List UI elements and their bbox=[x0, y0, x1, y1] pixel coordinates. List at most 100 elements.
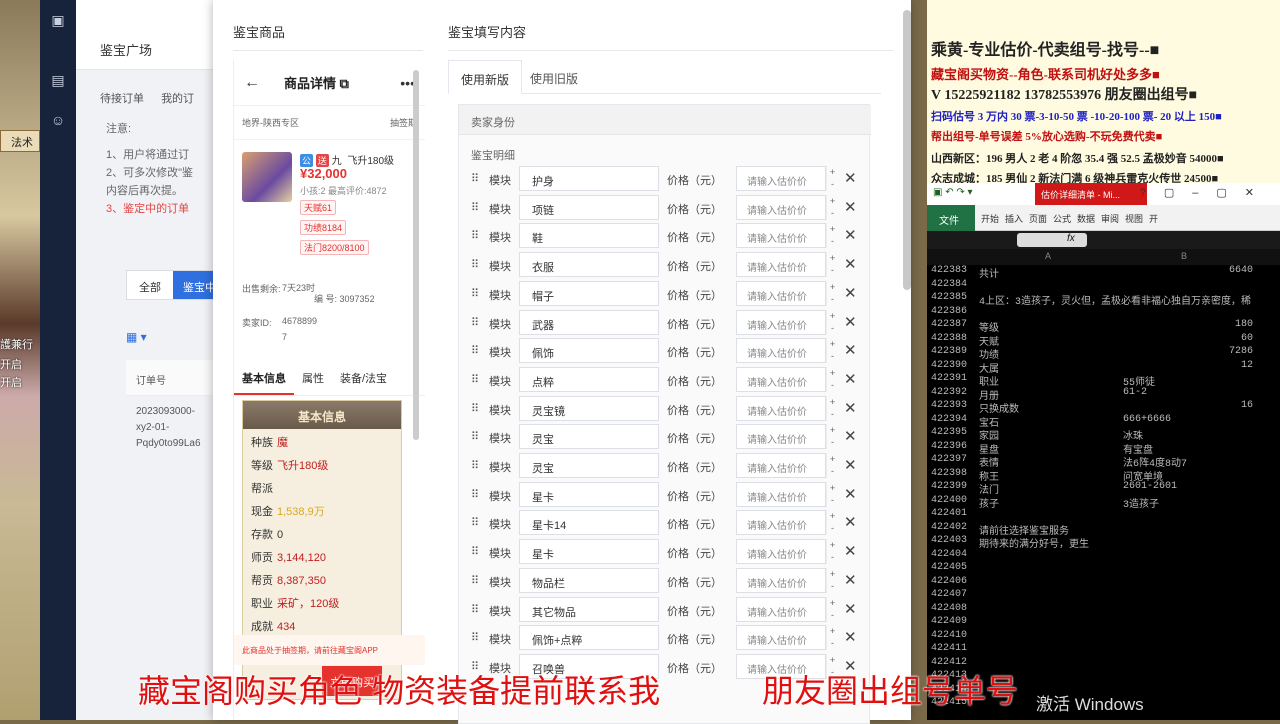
name-box[interactable] bbox=[1017, 233, 1087, 247]
price-input[interactable]: 请输入估价价 bbox=[736, 539, 826, 565]
price-input[interactable]: 请输入估价价 bbox=[736, 481, 826, 507]
sheet-row[interactable]: 422399 法门 2601-2601 bbox=[927, 481, 1280, 497]
price-input[interactable]: 请输入估价价 bbox=[736, 510, 826, 536]
tab-pending[interactable]: 待接订单 bbox=[100, 93, 144, 105]
price-stepper[interactable]: + - bbox=[826, 539, 838, 565]
drag-handle-icon[interactable]: ⠿ bbox=[471, 402, 479, 415]
price-stepper[interactable]: + - bbox=[826, 395, 838, 421]
ribbon-tab[interactable]: 页面 bbox=[1029, 212, 1047, 225]
delete-icon[interactable]: ✕ bbox=[844, 341, 857, 359]
delete-icon[interactable]: ✕ bbox=[844, 600, 857, 618]
sheet-row[interactable]: 422407 bbox=[927, 589, 1280, 603]
user-icon[interactable]: ☺ bbox=[40, 100, 76, 140]
price-stepper[interactable]: + - bbox=[826, 596, 838, 622]
sheet-row[interactable]: 422389 功绩 7286 bbox=[927, 346, 1280, 362]
table-row[interactable]: 2023093000- xy2-01- Pqdy0to99La6 bbox=[126, 396, 216, 452]
price-stepper[interactable]: + - bbox=[826, 510, 838, 536]
price-input[interactable]: 请输入估价价 bbox=[736, 596, 826, 622]
drag-handle-icon[interactable]: ⠿ bbox=[471, 258, 479, 271]
delete-icon[interactable]: ✕ bbox=[844, 169, 857, 187]
tab-equipment[interactable]: 装备/法宝 bbox=[332, 366, 395, 395]
delete-icon[interactable]: ✕ bbox=[844, 513, 857, 531]
delete-icon[interactable]: ✕ bbox=[844, 313, 857, 331]
price-input[interactable]: 请输入估价价 bbox=[736, 424, 826, 450]
delete-icon[interactable]: ✕ bbox=[844, 226, 857, 244]
tab-mine[interactable]: 我的订 bbox=[161, 93, 194, 105]
price-input[interactable]: 请输入估价价 bbox=[736, 252, 826, 278]
delete-icon[interactable]: ✕ bbox=[844, 370, 857, 388]
module-name-input[interactable]: 帽子 bbox=[519, 280, 659, 306]
module-name-input[interactable]: 其它物品 bbox=[519, 596, 659, 622]
price-stepper[interactable]: + - bbox=[826, 453, 838, 478]
price-stepper[interactable]: + - bbox=[826, 252, 838, 278]
sheet-row[interactable]: 422406 bbox=[927, 576, 1280, 590]
sheet-row[interactable]: 422409 bbox=[927, 616, 1280, 630]
game-tab-spell[interactable]: 法术 bbox=[0, 130, 40, 152]
price-stepper[interactable]: + - bbox=[826, 194, 838, 220]
price-stepper[interactable]: + - bbox=[826, 366, 838, 392]
price-input[interactable]: 请输入估价价 bbox=[736, 395, 826, 421]
grid-view-icon[interactable]: ▦ ▾ bbox=[126, 330, 166, 350]
drag-handle-icon[interactable]: ⠿ bbox=[471, 344, 479, 357]
delete-icon[interactable]: ✕ bbox=[844, 456, 857, 474]
module-name-input[interactable]: 鞋 bbox=[519, 223, 659, 249]
tab-attributes[interactable]: 属性 bbox=[294, 366, 332, 395]
price-stepper[interactable]: + - bbox=[826, 625, 838, 651]
price-stepper[interactable]: + - bbox=[826, 166, 838, 191]
sheet-row[interactable]: 422397 表情 法6阵4度8动7 bbox=[927, 454, 1280, 470]
drag-handle-icon[interactable]: ⠿ bbox=[471, 172, 479, 185]
external-link-icon[interactable]: ⧉ bbox=[336, 76, 349, 91]
delete-icon[interactable]: ✕ bbox=[844, 485, 857, 503]
delete-icon[interactable]: ✕ bbox=[844, 427, 857, 445]
price-input[interactable]: 请输入估价价 bbox=[736, 453, 826, 478]
price-stepper[interactable]: + - bbox=[826, 223, 838, 249]
column-a[interactable]: A bbox=[1045, 251, 1051, 261]
column-b[interactable]: B bbox=[1181, 251, 1187, 261]
sheet-row[interactable]: 422404 bbox=[927, 549, 1280, 563]
back-arrow-icon[interactable]: ← bbox=[244, 74, 284, 92]
fx-icon[interactable]: fx bbox=[1067, 233, 1075, 244]
sheet-row[interactable]: 422405 bbox=[927, 562, 1280, 576]
sheet-row[interactable]: 422402 请前往选择鉴宝服务 bbox=[927, 522, 1280, 538]
drag-handle-icon[interactable]: ⠿ bbox=[471, 545, 479, 558]
file-tab[interactable]: 文件 bbox=[927, 205, 975, 231]
sheet-row[interactable]: 422385 4上区：3造孩子，灵火但，孟极必看非福心独自万亲密度，稀 bbox=[927, 292, 1280, 308]
sheet-row[interactable]: 422401 bbox=[927, 508, 1280, 522]
drag-handle-icon[interactable]: ⠿ bbox=[471, 229, 479, 242]
delete-icon[interactable]: ✕ bbox=[844, 255, 857, 273]
price-stepper[interactable]: + - bbox=[826, 309, 838, 335]
module-name-input[interactable]: 点粹 bbox=[519, 366, 659, 392]
sheet-row[interactable]: 422398 称王 问宽单境 bbox=[927, 468, 1280, 484]
module-name-input[interactable]: 灵宝 bbox=[519, 424, 659, 450]
price-input[interactable]: 请输入估价价 bbox=[736, 194, 826, 220]
price-stepper[interactable]: + - bbox=[826, 280, 838, 306]
sheet-row[interactable]: 422410 bbox=[927, 630, 1280, 644]
delete-icon[interactable]: ✕ bbox=[844, 399, 857, 417]
preview-scrollbar[interactable] bbox=[413, 70, 419, 440]
modal-scrollbar[interactable] bbox=[903, 10, 911, 290]
price-input[interactable]: 请输入估价价 bbox=[736, 309, 826, 335]
price-stepper[interactable]: + - bbox=[826, 481, 838, 507]
ribbon-tab[interactable]: 审阅 bbox=[1101, 212, 1119, 225]
window-controls[interactable]: ?▢–▢✕ bbox=[1140, 186, 1272, 199]
sheet-row[interactable]: 422386 bbox=[927, 306, 1280, 320]
shop-icon[interactable]: ▤ bbox=[40, 60, 76, 100]
module-name-input[interactable]: 星卡14 bbox=[519, 510, 659, 536]
module-name-input[interactable]: 项链 bbox=[519, 194, 659, 220]
price-input[interactable]: 请输入估价价 bbox=[736, 166, 826, 191]
ribbon-tab[interactable]: 插入 bbox=[1005, 212, 1023, 225]
ribbon-tab[interactable]: 开始 bbox=[981, 212, 999, 225]
module-name-input[interactable]: 衣服 bbox=[519, 252, 659, 278]
ribbon-tab[interactable]: 公式 bbox=[1053, 212, 1071, 225]
ribbon-tab[interactable]: 视图 bbox=[1125, 212, 1143, 225]
ribbon-tab[interactable]: 开 bbox=[1149, 212, 1158, 225]
module-name-input[interactable]: 佩饰 bbox=[519, 338, 659, 364]
tab-old-version[interactable]: 使用旧版 bbox=[518, 60, 590, 94]
drag-handle-icon[interactable]: ⠿ bbox=[471, 459, 479, 472]
price-stepper[interactable]: + - bbox=[826, 567, 838, 593]
sheet-row[interactable]: 422395 家园 冰珠 bbox=[927, 427, 1280, 443]
home-icon[interactable]: ▣ bbox=[40, 0, 76, 40]
drag-handle-icon[interactable]: ⠿ bbox=[471, 574, 479, 587]
module-name-input[interactable]: 佩饰+点粹 bbox=[519, 625, 659, 651]
module-name-input[interactable]: 星卡 bbox=[519, 481, 659, 507]
